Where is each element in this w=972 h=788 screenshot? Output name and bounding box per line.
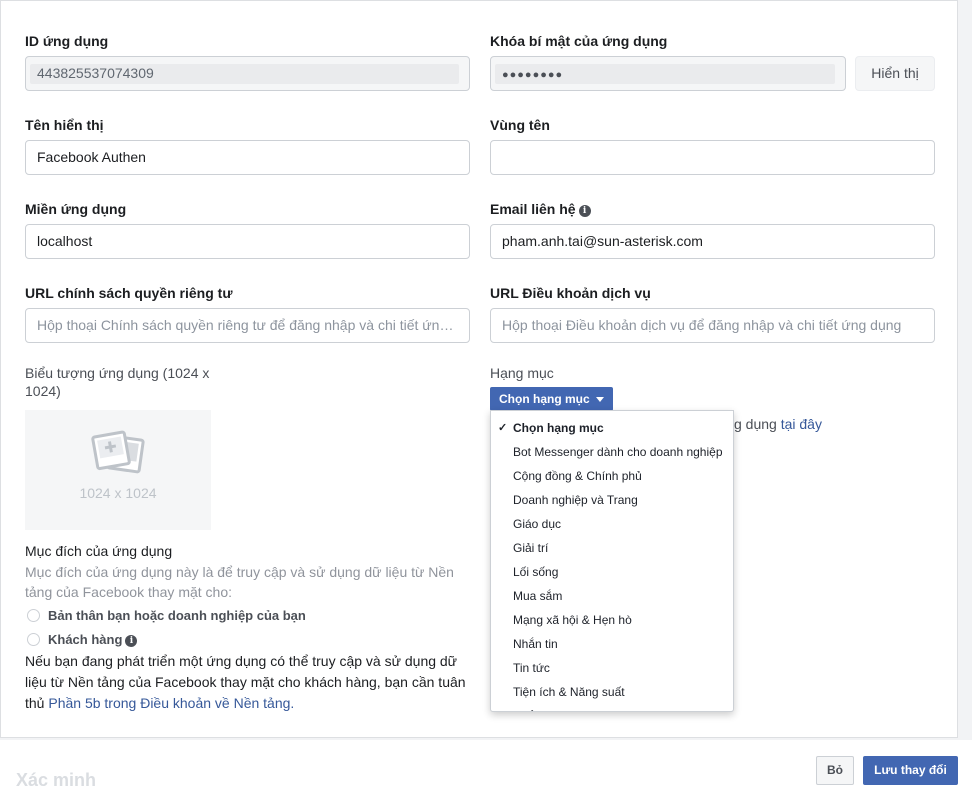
category-option[interactable]: Cộng đồng & Chính phủ [491, 464, 733, 488]
purpose-note: Nếu bạn đang phát triển một ứng dụng có … [25, 651, 470, 714]
radio-clients[interactable] [27, 633, 40, 646]
category-option[interactable]: Giáo dục [491, 512, 733, 536]
namespace-input[interactable] [490, 140, 935, 175]
contact-email-input[interactable]: pham.anh.tai@sun-asterisk.com [490, 224, 935, 259]
purpose-label: Mục đích của ứng dụng [25, 543, 173, 559]
category-option[interactable]: Bot Messenger dành cho doanh nghiệp [491, 440, 733, 464]
category-select-label: Chọn hạng mục [499, 392, 590, 406]
check-icon: ✓ [498, 422, 508, 434]
app-id-label: ID ứng dụng [25, 33, 109, 49]
tos-url-label: URL Điều khoản dịch vụ [490, 285, 651, 301]
privacy-url-label: URL chính sách quyền riêng tư [25, 285, 233, 301]
namespace-label: Vùng tên [490, 117, 550, 133]
purpose-option-self-label: Bản thân bạn hoặc doanh nghiệp của bạn [48, 608, 306, 623]
category-option[interactable]: Mạng xã hội & Hẹn hò [491, 608, 733, 632]
platform-terms-link[interactable]: Phần 5b trong Điều khoản về Nền tảng. [48, 695, 294, 711]
basic-settings-card: ID ứng dụng 443825537074309 Khóa bí mật … [0, 0, 958, 738]
app-icon-label-line2: 1024) [25, 383, 61, 399]
info-icon[interactable]: i [578, 205, 591, 217]
app-icon-upload[interactable]: 1024 x 1024 [25, 410, 211, 530]
category-help-link[interactable]: tại đây [781, 416, 822, 432]
verify-heading: Xác minh [16, 770, 97, 788]
info-icon[interactable]: i [125, 635, 138, 647]
display-name-input[interactable]: Facebook Authen [25, 140, 470, 175]
purpose-option-self[interactable]: Bản thân bạn hoặc doanh nghiệp của bạn [27, 608, 306, 623]
purpose-description: Mục đích của ứng dụng này là để truy cập… [25, 564, 454, 600]
category-help-text: g dụng tại đây [734, 416, 822, 432]
app-id-value: 443825537074309 [37, 65, 154, 81]
contact-email-label: Email liên hệ i [490, 201, 591, 217]
app-secret-label: Khóa bí mật của ứng dụng [490, 33, 668, 49]
app-secret-value: ●●●●●●●● [502, 69, 564, 81]
cancel-button[interactable]: Bỏ [816, 756, 854, 785]
category-label: Hạng mục [490, 365, 554, 381]
app-id-field[interactable]: 443825537074309 [25, 56, 470, 91]
category-option[interactable]: Giải trí [491, 536, 733, 560]
category-option[interactable]: Lối sống [491, 560, 733, 584]
image-upload-icon [91, 430, 145, 474]
category-select-button[interactable]: Chọn hạng mục [490, 387, 613, 411]
caret-down-icon [595, 397, 604, 402]
app-domains-label: Miền ứng dụng [25, 201, 127, 217]
icon-size-text: 1024 x 1024 [79, 485, 157, 501]
tos-url-input[interactable]: Hộp thoại Điều khoản dịch vụ để đăng nhậ… [490, 308, 935, 343]
display-name-label: Tên hiển thị [25, 117, 104, 133]
save-changes-button[interactable]: Lưu thay đổi [863, 756, 958, 785]
category-option[interactable]: Doanh nghiệp và Trang [491, 488, 733, 512]
category-option-label: Chọn hạng mục [513, 421, 604, 435]
footer-bar: Xác minh Bỏ Lưu thay đổi [0, 740, 972, 788]
show-secret-button[interactable]: Hiển thị [855, 56, 935, 91]
category-option[interactable]: Nhắn tin [491, 632, 733, 656]
category-option[interactable]: Tiện ích & Năng suất [491, 680, 733, 704]
contact-email-label-text: Email liên hệ [490, 201, 576, 217]
category-help-text-partial: g dụng [734, 416, 781, 432]
app-icon-label: Biểu tượng ứng dụng (1024 x 1024) [25, 364, 209, 400]
category-option[interactable]: ✓ Chọn hạng mục [491, 416, 733, 440]
app-secret-field[interactable]: ●●●●●●●● [490, 56, 846, 91]
privacy-url-input[interactable]: Hộp thoại Chính sách quyền riêng tư để đ… [25, 308, 470, 343]
radio-self[interactable] [27, 609, 40, 622]
category-option[interactable]: Tin tức [491, 656, 733, 680]
app-domains-input[interactable]: localhost [25, 224, 470, 259]
purpose-option-clients-label: Khách hàng [48, 632, 123, 647]
app-icon-label-line1: Biểu tượng ứng dụng (1024 x [25, 365, 210, 381]
category-option[interactable]: Mua sắm [491, 584, 733, 608]
category-option[interactable]: Thể thao [491, 704, 733, 711]
category-dropdown-menu: ✓ Chọn hạng mục Bot Messenger dành cho do… [490, 410, 734, 712]
purpose-option-clients[interactable]: Khách hàng i [27, 632, 138, 647]
